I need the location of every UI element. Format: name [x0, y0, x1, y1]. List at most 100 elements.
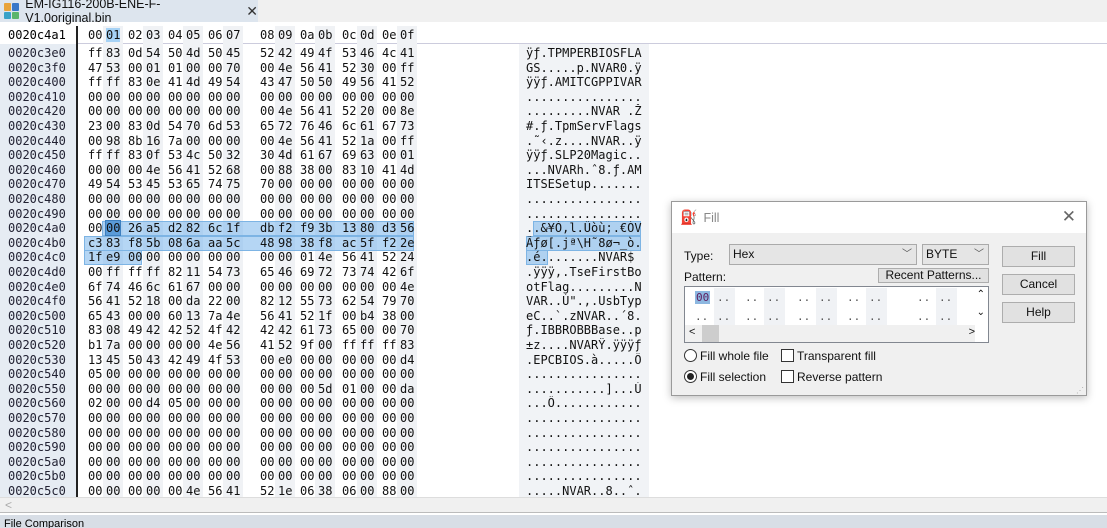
hex-byte[interactable]: 50: [168, 46, 182, 60]
hex-byte[interactable]: 00: [400, 440, 414, 454]
hex-byte[interactable]: 49: [88, 177, 102, 191]
hex-byte[interactable]: 4c: [186, 148, 200, 162]
hex-byte[interactable]: 1e: [278, 484, 292, 497]
hex-byte[interactable]: 00: [168, 104, 182, 118]
hex-byte[interactable]: 3b: [318, 221, 332, 235]
hex-byte[interactable]: 4e: [318, 250, 332, 264]
hex-byte[interactable]: 53: [342, 46, 356, 60]
hex-byte[interactable]: 61: [168, 280, 182, 294]
row-ascii[interactable]: ...........]...Ú: [526, 382, 648, 396]
hex-byte[interactable]: 70: [400, 323, 414, 337]
hex-byte[interactable]: 00: [104, 220, 122, 237]
hex-byte[interactable]: 00: [88, 484, 102, 497]
hex-byte[interactable]: 00: [318, 192, 332, 206]
hex-byte[interactable]: 01: [342, 382, 356, 396]
hex-byte[interactable]: 6f: [400, 265, 414, 279]
hex-byte[interactable]: 52: [342, 61, 356, 75]
hex-byte[interactable]: 00: [318, 177, 332, 191]
hex-byte[interactable]: 83: [128, 119, 142, 133]
type-select[interactable]: Hex ﹀: [729, 244, 917, 265]
hex-byte[interactable]: 00: [300, 440, 314, 454]
hex-byte[interactable]: 00: [226, 250, 240, 264]
hex-byte[interactable]: 00: [146, 192, 160, 206]
hex-byte[interactable]: 6f: [88, 280, 102, 294]
hex-byte[interactable]: 00: [208, 469, 222, 483]
hex-byte[interactable]: ff: [400, 61, 414, 75]
hex-byte[interactable]: f2: [382, 236, 396, 250]
hex-byte[interactable]: 00: [208, 440, 222, 454]
hex-byte[interactable]: 00: [260, 134, 274, 148]
scroll-left-icon[interactable]: <: [5, 498, 12, 512]
hex-byte[interactable]: 43: [146, 353, 160, 367]
hex-byte[interactable]: 50: [208, 46, 222, 60]
hex-byte[interactable]: 00: [226, 455, 240, 469]
pattern-byte[interactable]: ..: [869, 291, 882, 304]
hex-byte[interactable]: 00: [342, 192, 356, 206]
pattern-byte[interactable]: ..: [869, 310, 882, 323]
hex-byte[interactable]: 00: [318, 163, 332, 177]
hex-byte[interactable]: 00: [168, 250, 182, 264]
hex-byte[interactable]: 88: [278, 163, 292, 177]
hex-byte[interactable]: 00: [360, 469, 374, 483]
hex-byte[interactable]: 11: [186, 265, 200, 279]
hex-byte[interactable]: 5c: [226, 236, 240, 250]
hex-byte[interactable]: 63: [360, 148, 374, 162]
hex-byte[interactable]: 00: [186, 338, 200, 352]
hex-byte[interactable]: e9: [106, 250, 120, 264]
row-ascii[interactable]: .é........NVAR$: [526, 250, 648, 264]
hex-byte[interactable]: 70: [260, 177, 274, 191]
hex-byte[interactable]: 00: [88, 440, 102, 454]
hex-byte[interactable]: 52: [208, 163, 222, 177]
row-ascii[interactable]: ................: [526, 455, 648, 469]
hex-byte[interactable]: 50: [128, 353, 142, 367]
hex-byte[interactable]: 00: [186, 104, 200, 118]
hex-byte[interactable]: 02: [88, 396, 102, 410]
hex-byte[interactable]: 05: [88, 367, 102, 381]
hex-byte[interactable]: 45: [146, 177, 160, 191]
hex-byte[interactable]: 41: [318, 61, 332, 75]
hex-byte[interactable]: 00: [106, 207, 120, 221]
hex-byte[interactable]: 22: [208, 294, 222, 308]
hex-byte[interactable]: 00: [226, 294, 240, 308]
hex-byte[interactable]: 83: [128, 75, 142, 89]
hex-byte[interactable]: 00: [146, 440, 160, 454]
hex-byte[interactable]: 00: [128, 440, 142, 454]
hex-byte[interactable]: 00: [382, 353, 396, 367]
hex-byte[interactable]: 52: [278, 338, 292, 352]
hex-byte[interactable]: 00: [400, 455, 414, 469]
hex-byte[interactable]: 00: [186, 90, 200, 104]
hex-byte[interactable]: 00: [226, 192, 240, 206]
hex-byte[interactable]: 00: [382, 177, 396, 191]
hex-byte[interactable]: 00: [382, 104, 396, 118]
pattern-byte[interactable]: ..: [917, 310, 930, 323]
hex-byte[interactable]: 5b: [146, 236, 160, 250]
hex-byte[interactable]: 56: [226, 338, 240, 352]
hex-byte[interactable]: 00: [260, 90, 274, 104]
hex-byte[interactable]: 00: [186, 192, 200, 206]
hex-byte[interactable]: 49: [128, 323, 142, 337]
hex-byte[interactable]: 08: [106, 323, 120, 337]
hex-byte[interactable]: 56: [342, 250, 356, 264]
hex-byte[interactable]: 00: [128, 61, 142, 75]
hex-byte[interactable]: 00: [128, 455, 142, 469]
row-ascii[interactable]: ±z....NVARŸ.ÿÿÿƒ: [526, 338, 648, 352]
hex-byte[interactable]: 00: [342, 455, 356, 469]
hex-byte[interactable]: 00: [128, 250, 142, 264]
hex-byte[interactable]: 00: [318, 469, 332, 483]
hex-byte[interactable]: 13: [342, 221, 356, 235]
row-ascii[interactable]: .........NVAR .Ž: [526, 104, 648, 118]
hex-byte[interactable]: 41: [106, 294, 120, 308]
hex-byte[interactable]: 42: [260, 323, 274, 337]
hex-byte[interactable]: 00: [318, 90, 332, 104]
hex-byte[interactable]: 00: [106, 192, 120, 206]
hex-byte[interactable]: 00: [208, 207, 222, 221]
hex-byte[interactable]: 00: [260, 192, 274, 206]
hex-byte[interactable]: 6c: [146, 280, 160, 294]
hex-byte[interactable]: 0e: [146, 75, 160, 89]
hex-byte[interactable]: 00: [360, 455, 374, 469]
fill-button[interactable]: Fill: [1002, 246, 1075, 267]
hex-byte[interactable]: 00: [88, 104, 102, 118]
hex-byte[interactable]: 00: [400, 426, 414, 440]
pattern-editor[interactable]: 00......................................…: [684, 286, 989, 343]
hex-byte[interactable]: 00: [128, 338, 142, 352]
